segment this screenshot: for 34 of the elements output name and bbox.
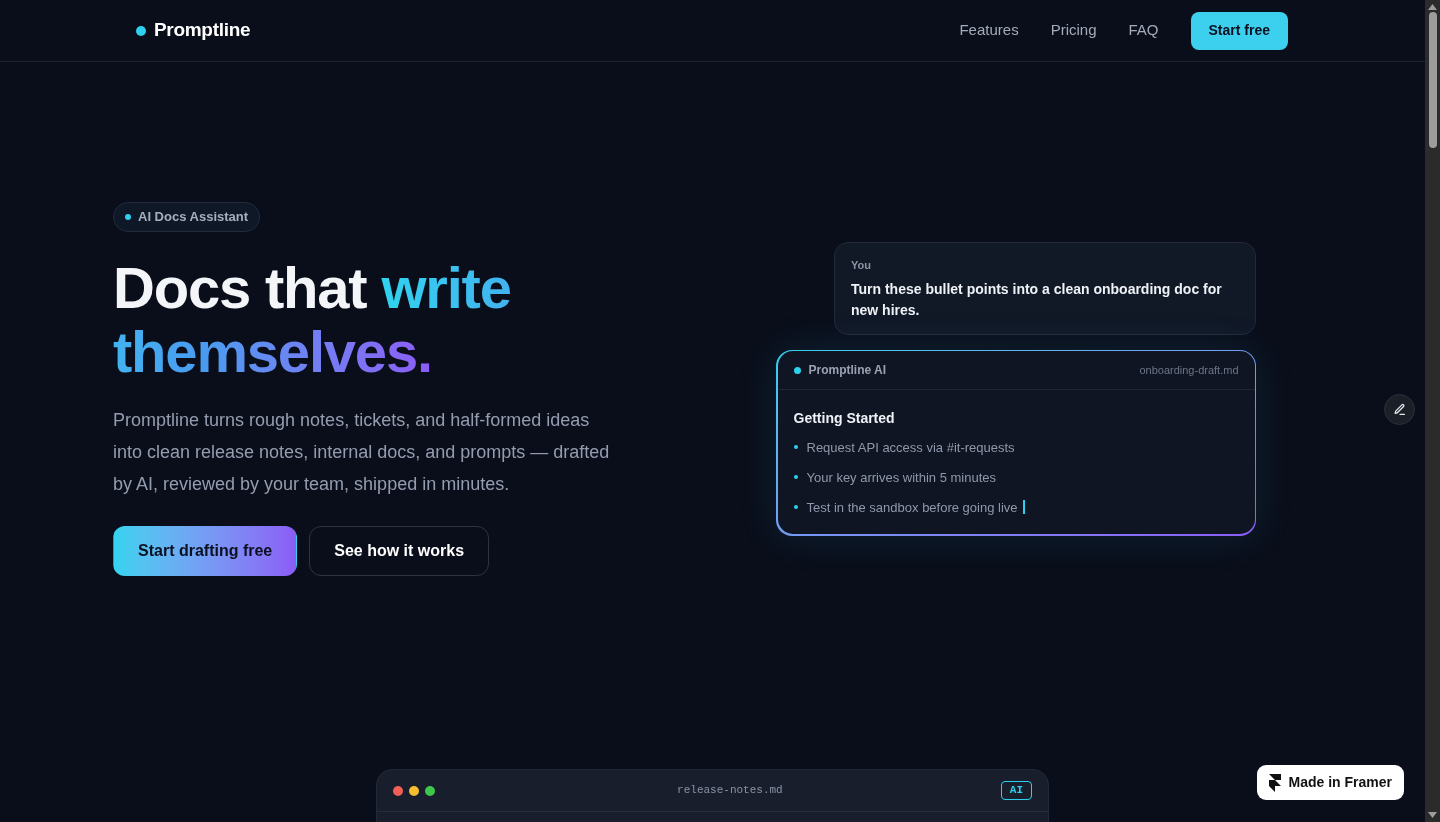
edit-button[interactable] xyxy=(1384,394,1415,425)
window-controls-icon[interactable] xyxy=(393,785,435,796)
nav-link[interactable]: FAQ xyxy=(1128,19,1159,42)
scrollbar-thumb[interactable] xyxy=(1428,12,1437,148)
badge-label: AI Docs Assistant xyxy=(138,208,249,227)
list-item: Test in the sandbox before going live xyxy=(806,498,1018,517)
logo-dot-icon xyxy=(136,25,146,36)
draft-title: Getting Started xyxy=(793,409,896,429)
brand-name[interactable]: Promptline xyxy=(154,16,251,45)
hero-description: Promptline turns rough notes, tickets, and half-formed ideas into clean release notes, internal docs, and prompts — drafted by AI, reviewed by your team, shipped in minutes. xyxy=(113,409,611,496)
made-in-framer-button[interactable]: Made in Framer xyxy=(1256,765,1404,800)
assistant-name: Promptline AI xyxy=(808,362,887,380)
list-item: Your key arrives within 5 minutes xyxy=(806,468,997,487)
status-dot-icon xyxy=(125,214,131,220)
bullet-icon xyxy=(793,445,798,450)
editor-file-name: release-notes.md xyxy=(677,783,783,799)
scrollbar[interactable] xyxy=(1425,0,1440,822)
ai-tag: AI xyxy=(1000,781,1032,800)
file-name: onboarding-draft.md xyxy=(1139,363,1239,378)
sender-label: You xyxy=(851,258,872,274)
bullet-icon xyxy=(793,475,798,480)
nav-link[interactable]: Pricing xyxy=(1050,19,1097,42)
scroll-up-arrow-icon[interactable] xyxy=(1428,4,1437,10)
logo-icon xyxy=(1268,773,1281,792)
bullet-icon xyxy=(793,505,798,510)
nav-link[interactable]: Features xyxy=(959,19,1019,42)
scroll-down-arrow-icon[interactable] xyxy=(1428,812,1437,818)
see-how-it-works-button[interactable]: See how it works xyxy=(309,526,490,576)
user-message: Turn these bullet points into a clean onboarding doc for new hires. xyxy=(851,279,1223,320)
pencil-icon xyxy=(1393,403,1406,416)
list-item: Request API access via #it-requests xyxy=(806,438,1015,457)
status-dot-icon xyxy=(793,366,801,374)
start-drafting-button[interactable]: Start drafting free xyxy=(113,526,298,576)
start-free-button[interactable]: Start free xyxy=(1190,11,1288,50)
